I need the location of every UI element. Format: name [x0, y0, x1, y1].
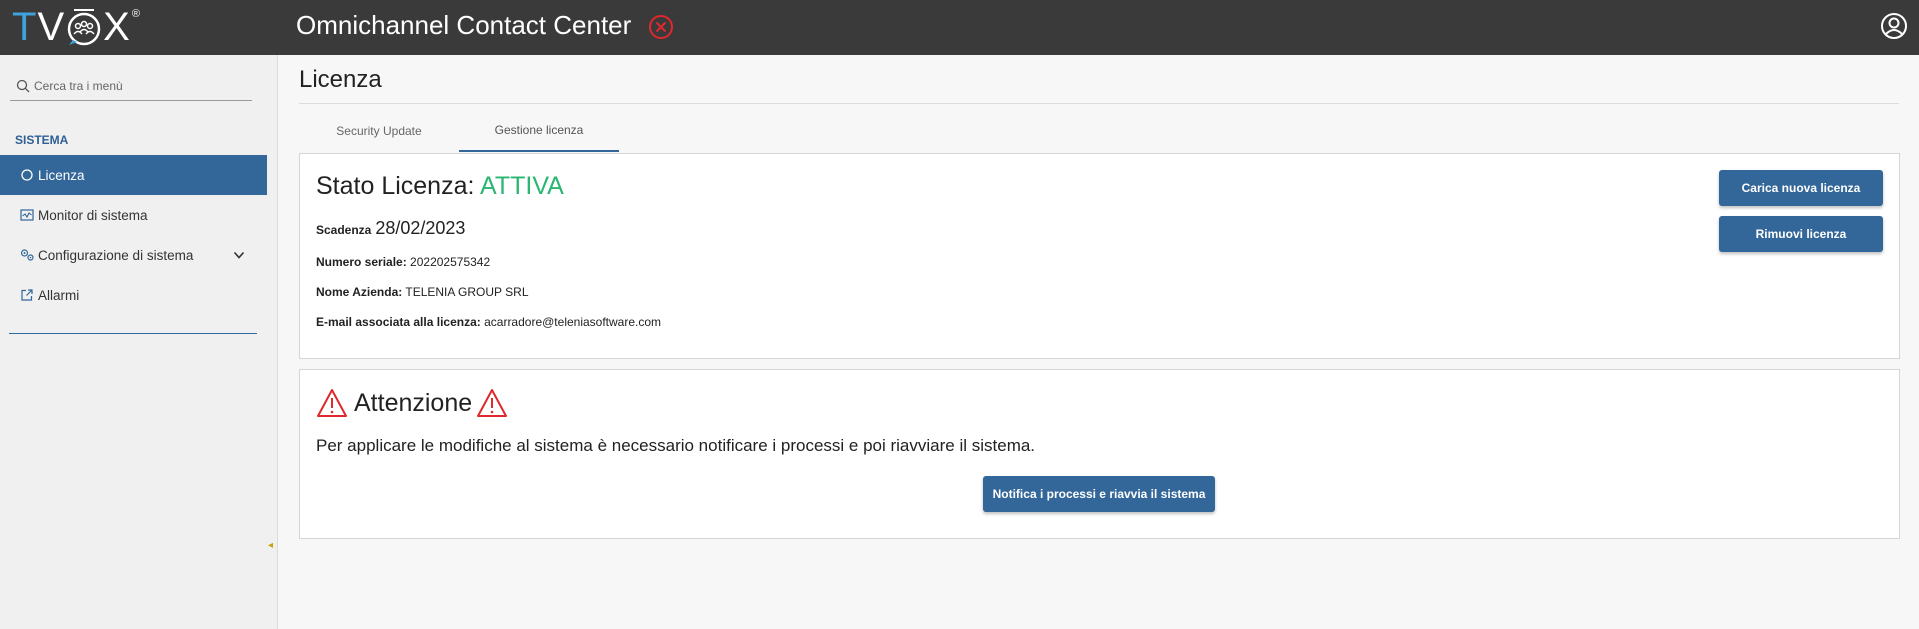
- sidebar-item-label: Licenza: [38, 167, 85, 183]
- search-input[interactable]: [34, 75, 244, 97]
- attention-heading: Attenzione: [316, 388, 508, 418]
- logo-people-icon: [67, 9, 101, 46]
- top-bar: TV X ® Omnichannel Contact Center: [0, 0, 1919, 55]
- email-value: acarradore@teleniasoftware.com: [484, 315, 662, 329]
- circle-icon: [21, 169, 33, 181]
- sidebar-item-monitor[interactable]: Monitor di sistema: [0, 195, 267, 235]
- company-label: Nome Azienda:: [316, 285, 403, 299]
- serial-value: 202202575342: [410, 255, 491, 269]
- section-title-sistema: SISTEMA: [15, 133, 69, 147]
- attention-card: Attenzione Per applicare le modifiche al…: [299, 369, 1900, 539]
- tab-gestione-licenza[interactable]: Gestione licenza: [459, 110, 619, 152]
- monitor-chart-icon: [20, 209, 34, 221]
- license-status-value: ATTIVA: [480, 172, 564, 200]
- license-serial: Numero seriale: 202202575342: [316, 255, 490, 269]
- license-expiry: Scadenza 28/02/2023: [316, 218, 465, 239]
- license-email: E-mail associata alla licenza: acarrador…: [316, 315, 661, 329]
- menu-search: [10, 73, 252, 101]
- serial-label: Numero seriale:: [316, 255, 407, 269]
- sidebar: SISTEMA Licenza Monitor di sistema Confi…: [0, 55, 278, 629]
- attention-title: Attenzione: [354, 388, 473, 417]
- app-title: Omnichannel Contact Center: [296, 10, 632, 40]
- tab-security-update[interactable]: Security Update: [299, 110, 459, 152]
- license-status: Stato Licenza: ATTIVA: [316, 172, 564, 201]
- sidebar-item-label: Monitor di sistema: [38, 207, 148, 223]
- chevron-down-icon[interactable]: [233, 249, 245, 261]
- notify-restart-button[interactable]: Notifica i processi e riavvia il sistema: [983, 476, 1215, 512]
- sidebar-divider: [9, 333, 257, 334]
- expiry-value: 28/02/2023: [375, 218, 466, 238]
- sidebar-item-allarmi[interactable]: Allarmi: [0, 275, 267, 315]
- sidebar-item-label: Configurazione di sistema: [38, 247, 194, 263]
- sidebar-item-label: Allarmi: [38, 287, 80, 303]
- license-company: Nome Azienda: TELENIA GROUP SRL: [316, 285, 529, 299]
- sidebar-item-licenza[interactable]: Licenza: [0, 155, 267, 195]
- license-card: Stato Licenza: ATTIVA Scadenza 28/02/2023…: [299, 153, 1900, 359]
- warning-icon: [317, 389, 347, 417]
- user-account-icon[interactable]: [1880, 12, 1908, 40]
- external-link-icon: [21, 289, 33, 301]
- close-icon[interactable]: [648, 14, 674, 40]
- gears-icon: [20, 249, 34, 261]
- company-value: TELENIA GROUP SRL: [405, 285, 529, 299]
- expiry-label: Scadenza: [316, 223, 372, 237]
- title-divider: [299, 103, 1899, 104]
- license-status-label: Stato Licenza:: [316, 172, 475, 200]
- page-title: Licenza: [299, 66, 382, 93]
- search-icon: [16, 79, 30, 93]
- tvox-logo: TV X ®: [12, 4, 140, 49]
- attention-message: Per applicare le modifiche al sistema è …: [316, 436, 1036, 455]
- remove-license-button[interactable]: Rimuovi licenza: [1719, 216, 1883, 252]
- upload-license-button[interactable]: Carica nuova licenza: [1719, 170, 1883, 206]
- warning-icon: [477, 389, 508, 417]
- email-label: E-mail associata alla licenza:: [316, 315, 481, 329]
- sidebar-item-configurazione[interactable]: Configurazione di sistema: [0, 235, 267, 275]
- collapse-sidebar-icon[interactable]: ◂: [268, 540, 273, 551]
